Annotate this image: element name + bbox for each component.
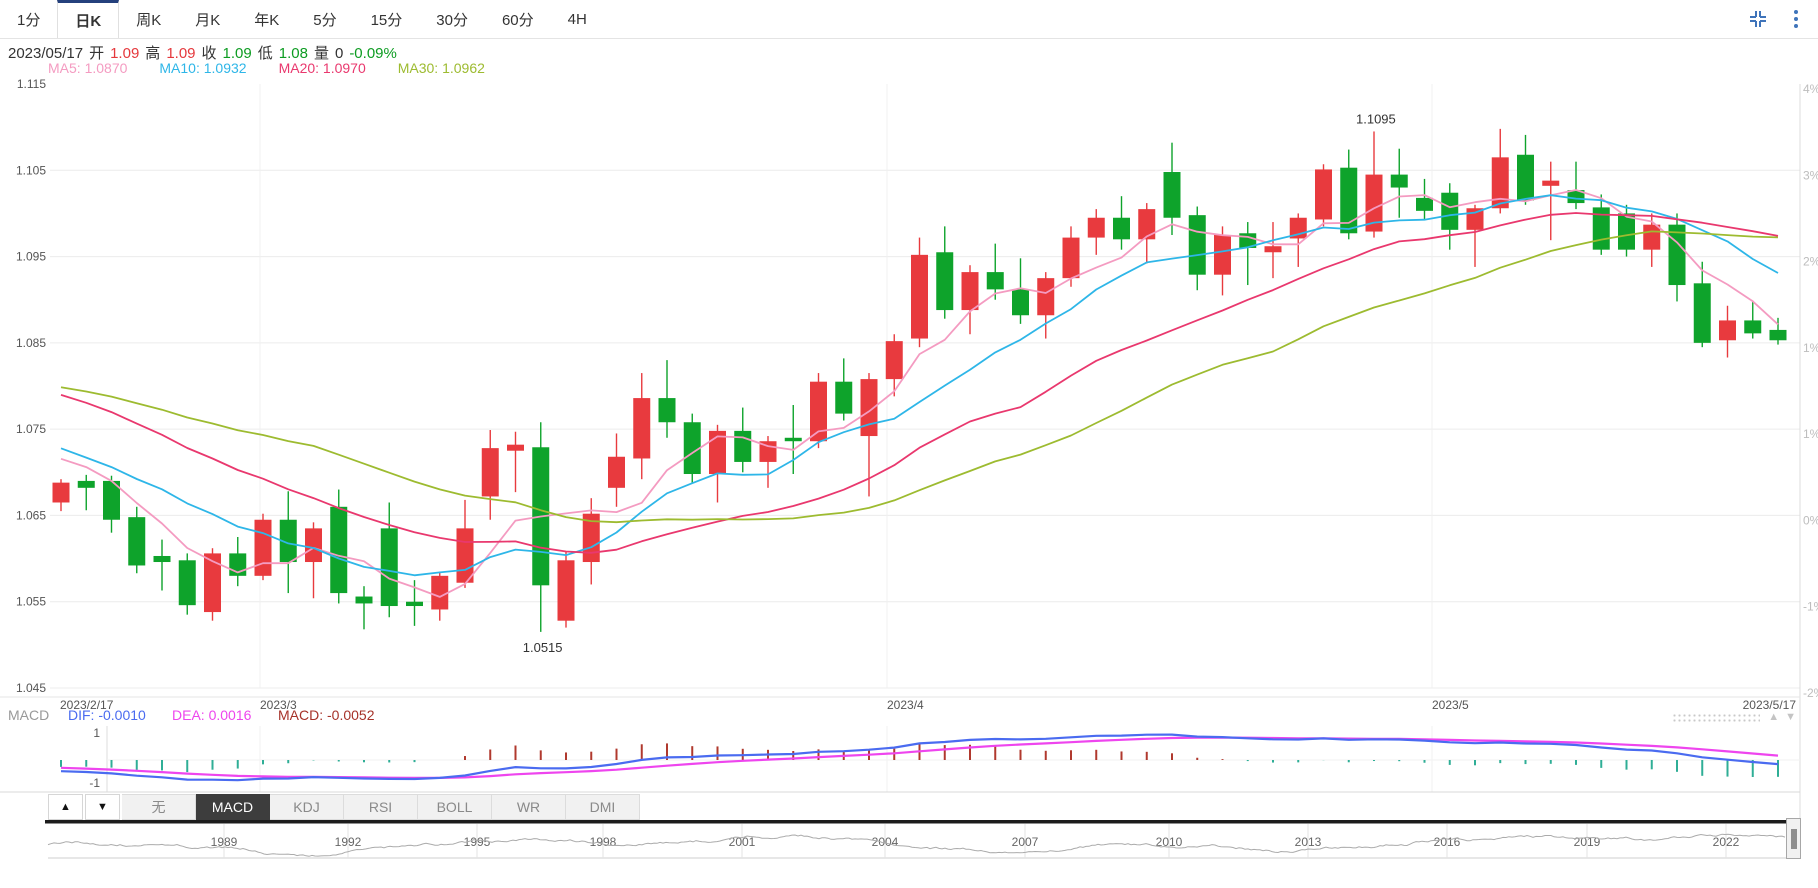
date-axis-label: 2023/5 (1432, 698, 1469, 712)
toolbar-icons (1746, 0, 1808, 38)
navigator-year-label: 2007 (1012, 835, 1039, 849)
price-axis-label: 1.085 (16, 336, 46, 350)
navigator-year-label: 2004 (872, 835, 899, 849)
handle-grip-icon (1791, 829, 1797, 849)
navigator-year-label: 1998 (590, 835, 617, 849)
price-axis-label: 1.115 (17, 77, 46, 91)
indicator-down-button[interactable]: ▼ (85, 794, 120, 820)
macd-legend-item: DEA: 0.0016 (172, 707, 252, 723)
percent-axis-label: 2% (1803, 255, 1818, 269)
navigator-range-handle[interactable] (1786, 818, 1801, 859)
period-tab-60分[interactable]: 60分 (485, 0, 551, 38)
percent-axis-label: -2% (1803, 686, 1818, 700)
macd-axis-bottom: -1 (89, 776, 100, 790)
pane-down-icon[interactable]: ▼ (1785, 711, 1796, 723)
ma-legend-item: MA10: 1.0932 (159, 60, 246, 76)
macd-legend-item: DIF: -0.0010 (68, 707, 146, 723)
navigator-top-bar (45, 820, 1787, 824)
period-tab-月K[interactable]: 月K (178, 0, 237, 38)
price-axis-label: 1.045 (16, 681, 46, 695)
navigator-year-label: 2022 (1713, 835, 1740, 849)
pane-up-icon[interactable]: ▲ (1768, 711, 1779, 723)
date-axis-label: 2023/5/17 (1743, 698, 1797, 712)
main-chart[interactable]: 1.115 4% 1.105 3% 1.095 2% 1.085 1% 1.075 1% 1.065… (0, 0, 1818, 888)
macd-axis-top: 1 (93, 726, 100, 740)
navigator-sparkline (48, 834, 1785, 856)
indicator-tab-无[interactable]: 无 (122, 794, 196, 820)
period-tab-5分[interactable]: 5分 (296, 0, 353, 38)
macd-legend-item: MACD: -0.0052 (278, 707, 375, 723)
navigator-year-label: 2013 (1295, 835, 1322, 849)
period-tab-日K[interactable]: 日K (57, 0, 119, 38)
price-axis-label: 1.105 (16, 163, 46, 177)
percent-axis-label: -1% (1803, 600, 1818, 614)
ohlc-info-bar: 2023/05/17开1.09高1.09收1.09低1.08量0-0.09% (8, 42, 403, 60)
ma-legend: MA5: 1.0870 MA10: 1.0932 MA20: 1.0970 MA30:… (48, 60, 517, 76)
indicator-tab-WR[interactable]: WR (492, 794, 566, 820)
chart-canvas: 1.115 4% 1.105 3% 1.095 2% 1.085 1% 1.075 1% 1.065… (0, 0, 1818, 888)
period-tab-4H[interactable]: 4H (551, 0, 604, 38)
indicator-tab-DMI[interactable]: DMI (566, 794, 640, 820)
ma-legend-item: MA5: 1.0870 (48, 60, 127, 76)
indicator-tab-MACD[interactable]: MACD (196, 794, 270, 820)
high-annotation: 1.1095 (1356, 111, 1396, 126)
period-tab-30分[interactable]: 30分 (419, 0, 485, 38)
kebab-menu-icon[interactable] (1784, 7, 1808, 31)
macd-legend-item: MACD (8, 707, 49, 723)
percent-axis-label: 3% (1803, 168, 1818, 182)
navigator-year-label: 2016 (1434, 835, 1461, 849)
period-tab-1分[interactable]: 1分 (0, 0, 57, 38)
macd-pane-grip[interactable]: ▲ ▼ (1672, 711, 1802, 723)
price-axis-label: 1.095 (16, 250, 46, 264)
period-tab-周K[interactable]: 周K (119, 0, 178, 38)
price-axis-label: 1.055 (16, 595, 46, 609)
indicator-up-button[interactable]: ▲ (48, 794, 83, 820)
indicator-tab-bar: ▲▼无MACDKDJRSIBOLLWRDMI (48, 794, 640, 820)
percent-axis-label: 0% (1803, 513, 1818, 527)
drag-dots-icon (1672, 713, 1760, 722)
low-annotation: 1.0515 (523, 640, 563, 655)
price-axis-label: 1.075 (16, 422, 46, 436)
ma-legend-item: MA20: 1.0970 (279, 60, 366, 76)
percent-axis-label: 1% (1803, 341, 1818, 355)
indicator-tab-KDJ[interactable]: KDJ (270, 794, 344, 820)
indicator-tab-BOLL[interactable]: BOLL (418, 794, 492, 820)
percent-axis-label: 1% (1803, 427, 1818, 441)
date-axis-label: 2023/4 (887, 698, 924, 712)
period-toolbar: 1分日K周K月K年K5分15分30分60分4H (0, 0, 1818, 39)
indicator-tab-RSI[interactable]: RSI (344, 794, 418, 820)
collapse-icon[interactable] (1746, 7, 1770, 31)
period-tab-年K[interactable]: 年K (237, 0, 296, 38)
period-tab-15分[interactable]: 15分 (354, 0, 420, 38)
trading-chart-app: 1.115 4% 1.105 3% 1.095 2% 1.085 1% 1.075 1% 1.065… (0, 0, 1818, 888)
navigator-year-label: 1992 (335, 835, 362, 849)
ma-legend-item: MA30: 1.0962 (398, 60, 485, 76)
percent-axis-label: 4% (1803, 82, 1818, 96)
price-axis-label: 1.065 (16, 508, 46, 522)
